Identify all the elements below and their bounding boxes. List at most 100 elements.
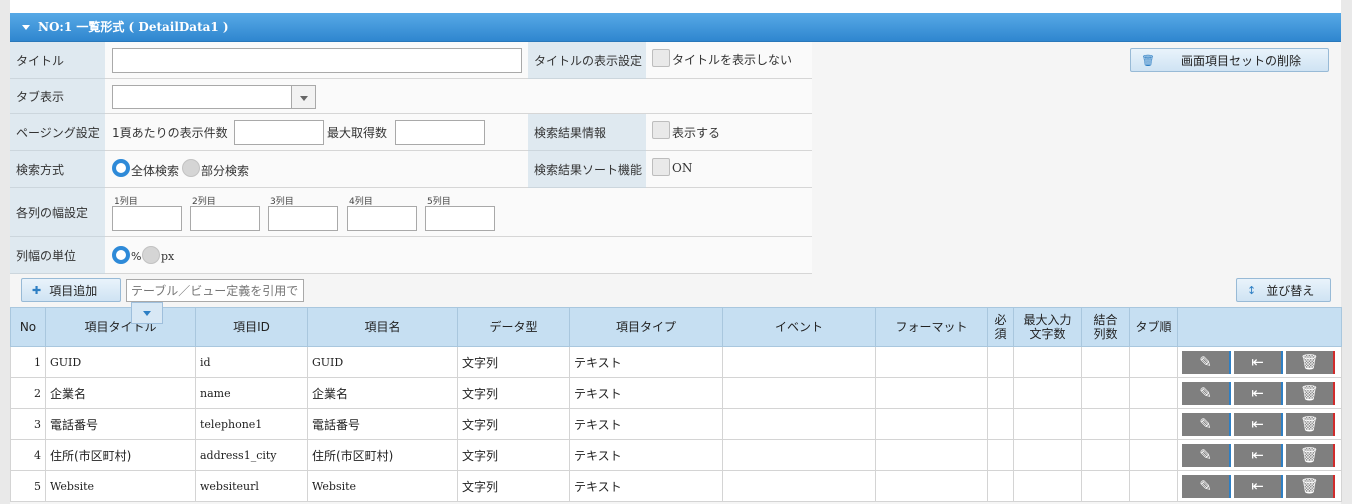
- move-icon: ⇤: [1251, 352, 1264, 371]
- col3-input[interactable]: [268, 206, 338, 231]
- row-no: 5: [10, 470, 46, 502]
- col5-input[interactable]: [425, 206, 495, 231]
- edit-row-button[interactable]: ✎: [1182, 381, 1231, 405]
- col-header-event[interactable]: イベント: [722, 307, 876, 347]
- move-row-button[interactable]: ⇤: [1234, 350, 1283, 374]
- col-header-data-type[interactable]: データ型: [457, 307, 570, 347]
- search-partial-text: 部分検索: [201, 164, 250, 178]
- trash-icon: 🗑: [1299, 476, 1320, 495]
- move-row-button[interactable]: ⇤: [1234, 443, 1283, 467]
- edit-row-button[interactable]: ✎: [1182, 443, 1231, 467]
- tab-select-arrow[interactable]: [291, 86, 315, 108]
- max-input[interactable]: [395, 120, 485, 145]
- trash-row-button[interactable]: 🗑: [1286, 443, 1335, 467]
- per-page-input[interactable]: [234, 120, 324, 145]
- trash-icon: 🗑: [1299, 383, 1320, 402]
- col-header-item-type[interactable]: 項目タイプ: [569, 307, 723, 347]
- items-table: No 項目タイトル 項目ID 項目名 データ型 項目タイプ イベント フォーマッ…: [10, 307, 1342, 502]
- search-all-radio[interactable]: [112, 159, 130, 177]
- col-header-item-id[interactable]: 項目ID: [195, 307, 308, 347]
- col-header-tab-order[interactable]: タブ順: [1129, 307, 1178, 347]
- move-row-button[interactable]: ⇤: [1234, 381, 1283, 405]
- delete-set-button[interactable]: 🗑 画面項目セットの削除: [1130, 48, 1329, 72]
- item-title-dropdown[interactable]: [131, 302, 163, 324]
- show-result-checkbox[interactable]: [652, 121, 670, 139]
- col1-input[interactable]: [112, 206, 182, 231]
- unit-px-radio[interactable]: [142, 246, 160, 264]
- col-header-merge-cols[interactable]: 結合列数: [1081, 307, 1130, 347]
- collapse-triangle-icon[interactable]: [22, 25, 30, 30]
- row-merge-cols: [1081, 439, 1130, 471]
- trash-row-button[interactable]: 🗑: [1286, 412, 1335, 436]
- table-row[interactable]: 4 住所(市区町村) address1_city 住所(市区町村) 文字列 テキスト ✎ ⇤ 🗑: [10, 439, 1342, 471]
- search-mode-label: 検索方式: [10, 151, 105, 188]
- table-row[interactable]: 3 電話番号 telephone1 電話番号 文字列 テキスト ✎ ⇤ 🗑: [10, 408, 1342, 440]
- edit-icon: ✎: [1199, 445, 1212, 464]
- row-required: [987, 377, 1014, 409]
- row-tab-order: [1129, 408, 1178, 440]
- hide-title-text: タイトルを表示しない: [672, 53, 793, 67]
- tab-label: タブ表示: [10, 79, 105, 114]
- edit-icon: ✎: [1199, 414, 1212, 433]
- row-item-name: 企業名: [307, 377, 458, 409]
- row-actions: ✎ ⇤ 🗑: [1177, 470, 1342, 502]
- col-header-item-name[interactable]: 項目名: [307, 307, 458, 347]
- edit-row-button[interactable]: ✎: [1182, 474, 1231, 498]
- move-icon: ⇤: [1251, 414, 1264, 433]
- section-header[interactable]: NO:1 一覧形式 ( DetailData1 ): [10, 13, 1341, 42]
- edit-icon: ✎: [1199, 383, 1212, 402]
- row-item-name: 電話番号: [307, 408, 458, 440]
- row-item-name: GUID: [307, 346, 458, 378]
- sort-button-label: 並び替え: [1266, 283, 1315, 298]
- title-input[interactable]: [112, 48, 522, 73]
- row-item-type: テキスト: [569, 377, 723, 409]
- row-no: 2: [10, 377, 46, 409]
- result-info-cell: [646, 114, 812, 151]
- move-row-button[interactable]: ⇤: [1234, 474, 1283, 498]
- row-item-id: telephone1: [195, 408, 308, 440]
- col-header-format[interactable]: フォーマット: [875, 307, 988, 347]
- search-partial-radio[interactable]: [182, 159, 200, 177]
- row-max-length: [1013, 470, 1082, 502]
- row-max-length: [1013, 408, 1082, 440]
- row-no: 4: [10, 439, 46, 471]
- row-merge-cols: [1081, 408, 1130, 440]
- move-row-button[interactable]: ⇤: [1234, 412, 1283, 436]
- edit-row-button[interactable]: ✎: [1182, 412, 1231, 436]
- row-action-group: ✎ ⇤ 🗑: [1179, 474, 1341, 498]
- title-display-label: タイトルの表示設定: [528, 42, 646, 79]
- trash-row-button[interactable]: 🗑: [1286, 474, 1335, 498]
- edit-icon: ✎: [1199, 352, 1212, 371]
- row-item-id: websiteurl: [195, 470, 308, 502]
- trash-icon: 🗑: [1299, 414, 1320, 433]
- sort-button[interactable]: ↕ 並び替え: [1236, 278, 1331, 302]
- table-row[interactable]: 2 企業名 name 企業名 文字列 テキスト ✎ ⇤ 🗑: [10, 377, 1342, 409]
- tab-select[interactable]: [112, 85, 316, 109]
- hide-title-checkbox[interactable]: [652, 49, 670, 67]
- row-item-title: 電話番号: [45, 408, 196, 440]
- trash-row-button[interactable]: 🗑: [1286, 350, 1335, 374]
- col4-input[interactable]: [347, 206, 417, 231]
- delete-set-label: 画面項目セットの削除: [1180, 53, 1301, 68]
- col-header-required[interactable]: 必須: [987, 307, 1014, 347]
- row-item-title: GUID: [45, 346, 196, 378]
- row-item-id: name: [195, 377, 308, 409]
- col-header-item-title[interactable]: 項目タイトル: [45, 307, 196, 347]
- result-info-label: 検索結果情報: [528, 114, 646, 151]
- sort-checkbox[interactable]: [652, 158, 670, 176]
- table-row[interactable]: 1 GUID id GUID 文字列 テキスト ✎ ⇤ 🗑: [10, 346, 1342, 378]
- col-header-max-length[interactable]: 最大入力文字数: [1013, 307, 1082, 347]
- trash-row-button[interactable]: 🗑: [1286, 381, 1335, 405]
- add-item-button[interactable]: ✚ 項目追加: [21, 278, 121, 302]
- edit-row-button[interactable]: ✎: [1182, 350, 1231, 374]
- table-ref-input[interactable]: [126, 279, 304, 302]
- unit-percent-radio[interactable]: [112, 246, 130, 264]
- col2-input[interactable]: [190, 206, 260, 231]
- row-item-title: Website: [45, 470, 196, 502]
- table-row[interactable]: 5 Website websiteurl Website 文字列 テキスト ✎ ⇤ 🗑: [10, 470, 1342, 502]
- row-required: [987, 470, 1014, 502]
- move-icon: ⇤: [1251, 383, 1264, 402]
- row-item-type: テキスト: [569, 439, 723, 471]
- row-data-type: 文字列: [457, 408, 570, 440]
- col-header-no[interactable]: No: [10, 307, 46, 347]
